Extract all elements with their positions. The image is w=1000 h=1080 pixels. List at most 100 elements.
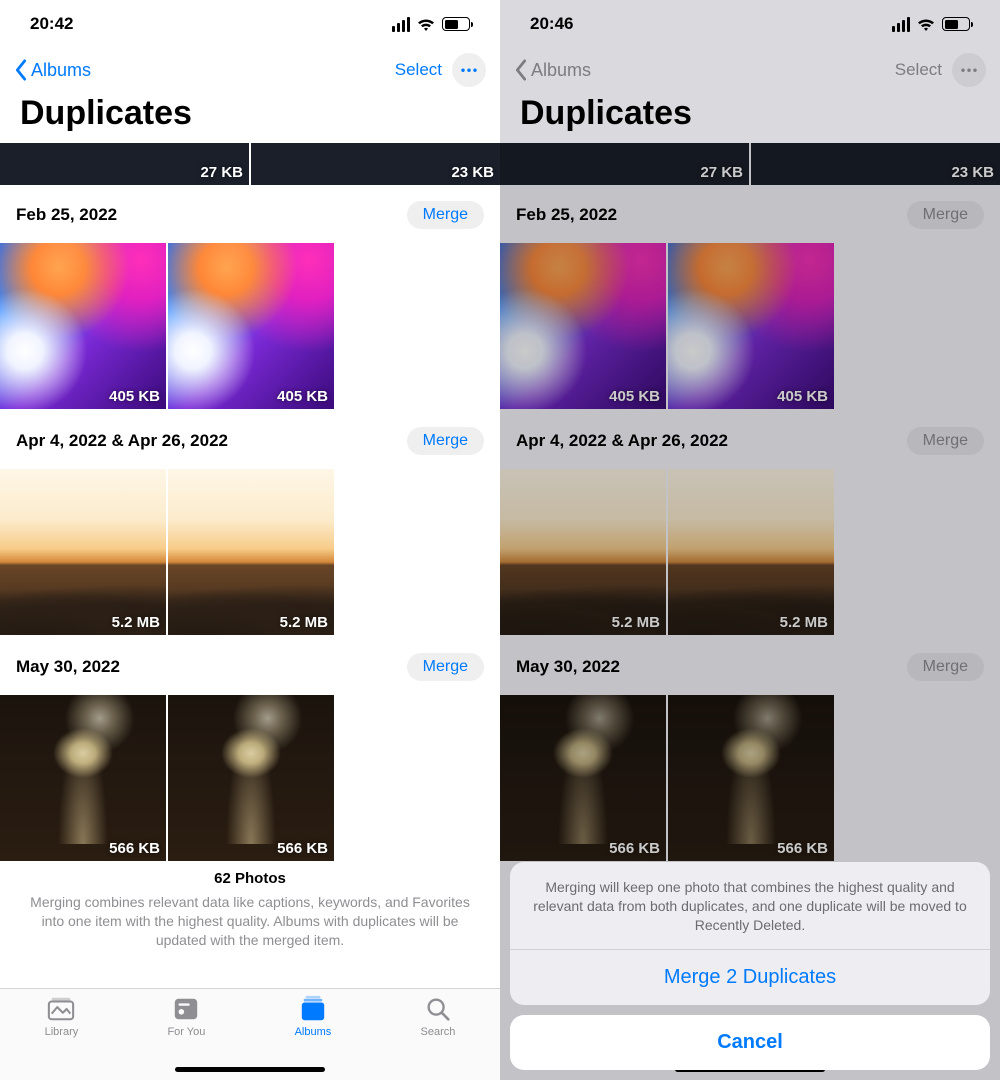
photo-thumb: 405 KB [668,243,834,409]
size-badge: 405 KB [777,388,828,405]
merge-button: Merge [907,201,984,229]
status-icons [392,17,470,32]
cancel-button[interactable]: Cancel [510,1015,990,1070]
group-date: Feb 25, 2022 [516,205,617,225]
duplicate-pair: 5.2 MB 5.2 MB [500,469,834,635]
group-date: Apr 4, 2022 & Apr 26, 2022 [516,431,728,451]
group-date: Feb 25, 2022 [16,205,117,225]
merge-button: Merge [907,427,984,455]
library-icon [46,995,76,1023]
size-badge: 27 KB [200,164,243,181]
tab-search[interactable]: Search [421,995,456,1080]
search-icon [423,995,453,1023]
photo-thumb: 23 KB [751,143,1000,185]
ellipsis-icon [960,68,978,73]
albums-icon [298,995,328,1023]
footer-text: Merging combines relevant data like capt… [30,894,470,948]
action-sheet: Merging will keep one photo that combine… [510,862,990,1005]
duplicate-pair: 566 KB 566 KB [0,695,334,861]
group-date: Apr 4, 2022 & Apr 26, 2022 [16,431,228,451]
wifi-icon [916,17,936,32]
size-badge: 23 KB [451,164,494,181]
more-button [952,53,986,87]
back-button[interactable]: Albums [14,59,91,81]
tab-label: Search [421,1026,456,1038]
back-button: Albums [514,59,591,81]
tab-label: For You [167,1026,205,1038]
size-badge: 405 KB [109,388,160,405]
phone-right: 20:46 Albums Select Duplicates 27 KB 23 … [500,0,1000,1080]
photo-thumb[interactable]: 405 KB [0,243,166,409]
chevron-left-icon [514,59,528,81]
photo-thumb[interactable]: 405 KB [168,243,334,409]
partial-group-row: 27 KB 23 KB [500,143,1000,185]
photo-thumb[interactable]: 5.2 MB [168,469,334,635]
photo-thumb: 566 KB [668,695,834,861]
nav-bar: Albums Select [500,48,1000,92]
merge-duplicates-button[interactable]: Merge 2 Duplicates [510,950,990,1005]
tab-label: Library [45,1026,79,1038]
status-bar: 20:46 [500,0,1000,48]
photo-thumb[interactable]: 566 KB [168,695,334,861]
nav-right: Select [895,53,986,87]
tab-library[interactable]: Library [45,995,79,1080]
partial-group-row: 27 KB 23 KB [0,143,500,185]
photo-thumb[interactable]: 5.2 MB [0,469,166,635]
size-badge: 566 KB [609,840,660,857]
status-bar: 20:42 [0,0,500,48]
photo-thumb[interactable]: 566 KB [0,695,166,861]
photo-thumb[interactable]: 23 KB [251,143,500,185]
photo-thumb: 5.2 MB [668,469,834,635]
merge-button[interactable]: Merge [407,201,484,229]
battery-icon [942,17,970,31]
duplicate-pair: 405 KB 405 KB [500,243,834,409]
size-badge: 566 KB [277,840,328,857]
photo-thumb[interactable]: 27 KB [0,143,249,185]
back-label: Albums [531,60,591,81]
home-indicator[interactable] [175,1067,325,1072]
photo-thumb: 405 KB [500,243,666,409]
photo-thumb: 566 KB [500,695,666,861]
duplicate-pair: 566 KB 566 KB [500,695,834,861]
status-time: 20:42 [30,14,73,34]
size-badge: 5.2 MB [112,614,160,631]
duplicate-pair: 405 KB 405 KB [0,243,334,409]
size-badge: 5.2 MB [612,614,660,631]
size-badge: 566 KB [109,840,160,857]
group-header: May 30, 2022 Merge [0,637,500,695]
sheet-message: Merging will keep one photo that combine… [510,862,990,950]
merge-button[interactable]: Merge [407,427,484,455]
tab-label: Albums [295,1026,332,1038]
status-icons [892,17,970,32]
content[interactable]: 27 KB 23 KB Feb 25, 2022 Merge 405 KB 40… [0,143,500,988]
duplicate-pair: 5.2 MB 5.2 MB [0,469,334,635]
size-badge: 405 KB [277,388,328,405]
more-button[interactable] [452,53,486,87]
cellular-icon [892,17,910,32]
size-badge: 23 KB [951,164,994,181]
phone-left: 20:42 Albums Select Duplicates 27 KB 23 … [0,0,500,1080]
photo-thumb: 27 KB [500,143,749,185]
merge-button[interactable]: Merge [407,653,484,681]
select-button: Select [895,60,942,80]
page-title: Duplicates [0,92,500,143]
battery-icon [442,17,470,31]
chevron-left-icon [14,59,28,81]
photo-count: 62 Photos [30,869,470,889]
nav-bar: Albums Select [0,48,500,92]
group-date: May 30, 2022 [16,657,120,677]
group-date: May 30, 2022 [516,657,620,677]
select-button[interactable]: Select [395,60,442,80]
photo-thumb: 5.2 MB [500,469,666,635]
size-badge: 405 KB [609,388,660,405]
status-time: 20:46 [530,14,573,34]
nav-right: Select [395,53,486,87]
size-badge: 5.2 MB [780,614,828,631]
back-label: Albums [31,60,91,81]
cellular-icon [392,17,410,32]
size-badge: 5.2 MB [280,614,328,631]
merge-button: Merge [907,653,984,681]
action-sheet-overlay: Merging will keep one photo that combine… [510,862,990,1070]
ellipsis-icon [460,68,478,73]
foryou-icon [171,995,201,1023]
